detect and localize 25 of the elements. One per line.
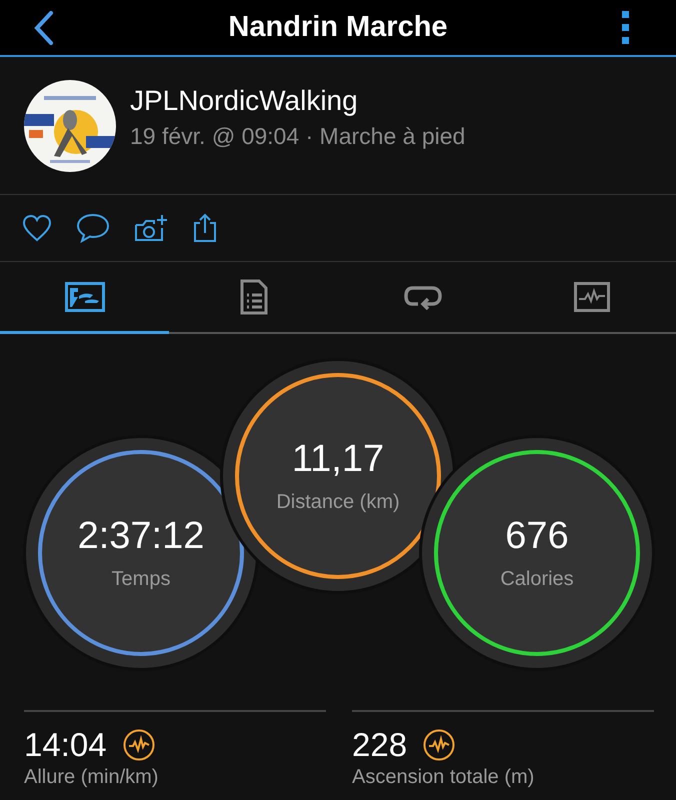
activity-meta: 19 févr. @ 09:04 · Marche à pied <box>130 123 466 150</box>
heart-rate-icon[interactable] <box>122 729 155 761</box>
more-icon[interactable] <box>622 10 630 44</box>
metric-value: 11,17 <box>292 438 384 481</box>
metric-label: Calories <box>500 568 574 591</box>
metric-value: 676 <box>505 515 569 558</box>
metric-label: Temps <box>112 568 170 591</box>
camera-icon[interactable] <box>134 213 168 243</box>
activity-chart-icon <box>574 282 610 312</box>
author-name[interactable]: JPLNordicWalking <box>130 85 466 117</box>
share-icon[interactable] <box>192 213 218 243</box>
heart-icon[interactable] <box>22 214 52 242</box>
stat-label: Allure (min/km) <box>24 766 160 789</box>
metric-value: 2:37:12 <box>78 515 204 558</box>
screen-title: Nandrin Marche <box>228 11 448 44</box>
loop-icon <box>404 284 442 310</box>
stat-value: 228 <box>352 726 408 764</box>
heart-rate-icon[interactable] <box>423 729 456 761</box>
stat-value: 14:04 <box>24 726 107 764</box>
metric-label: Distance (km) <box>276 491 400 514</box>
document-icon <box>240 278 268 314</box>
stat-label: Ascension totale (m) <box>352 766 536 789</box>
summary-icon <box>64 282 104 312</box>
back-icon[interactable] <box>34 10 54 44</box>
comment-icon[interactable] <box>76 213 110 243</box>
